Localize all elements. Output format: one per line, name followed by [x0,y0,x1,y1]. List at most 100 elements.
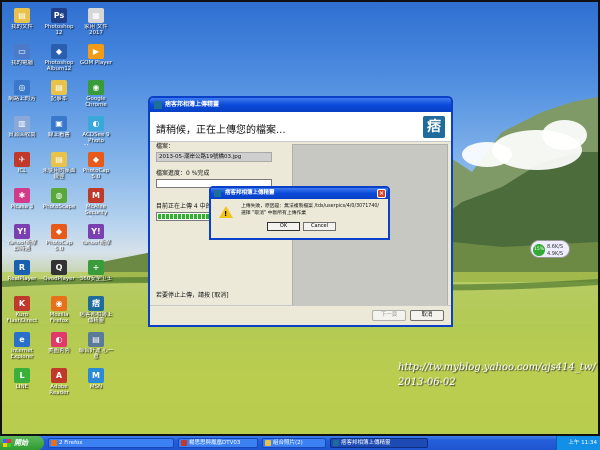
desktop-icon[interactable]: ▥ 資源回收筒 [4,116,40,138]
desktop-icon[interactable]: Y! Yahoo!奇摩 即時通 [4,224,40,252]
desktop-icon[interactable]: ◐ACDSee 9 Photo Manager [78,116,114,145]
desktop-icon[interactable]: MMcAfee Security Scan [78,188,114,217]
app-shortcut-icon: ▤ [51,80,67,95]
close-icon[interactable]: × [377,189,386,198]
taskbar-button-label: 2 Firefox [59,440,83,446]
desktop-icon-label: 未使用的桌面捷徑 [42,168,76,180]
dialog-titlebar[interactable]: 痞客邦相簿上傳精靈 × [211,188,388,199]
app-shortcut-icon: K [14,296,30,311]
app-shortcut-icon: ◉ [51,296,67,311]
app-shortcut-icon: ◐ [88,116,104,131]
system-tray: 上午 11:34 [556,436,600,450]
desktop-icon[interactable]: ◆ PhotoCap 5.0 [41,224,77,252]
app-shortcut-icon: ▤ [51,152,67,167]
dialog-message-line2: 選擇 "取消" 中斷所有上傳作業 [241,211,307,216]
app-shortcut-icon: Ps [51,8,67,23]
desktop-icon[interactable]: ▤ 未使用的桌面捷徑 [41,152,77,180]
desktop-icon-label: LINE [15,384,29,390]
pixnet-logo-icon: 痞 [423,116,445,138]
desktop-icon[interactable]: ◉ Google Chrome [78,80,114,108]
warning-mark: ! [224,210,228,218]
task-app-icon [265,440,271,446]
app-shortcut-icon: Y! [14,224,30,239]
task-app-icon [181,440,187,446]
app-shortcut-icon: M [88,368,104,383]
desktop-icon[interactable]: 痞痞客邦相簿上傳精靈 [78,296,114,324]
dialog-title: 痞客邦相簿上傳精靈 [225,190,275,196]
dialog-cancel-button[interactable]: Cancel [303,222,336,231]
taskbar-button[interactable]: 組合照片(2) [262,438,326,448]
taskbar-button[interactable]: 楊思思與鳳凰DTV03 [178,438,258,448]
app-shortcut-icon: e [14,332,30,347]
desktop-icon-label: Google Chrome [85,96,107,108]
desktop-icon[interactable]: ▤ 聯合好運 心一意 [78,332,114,360]
desktop-icon[interactable]: ◎ 網路上的芳 [4,80,40,102]
file-progress-label: 檔案進度：0 %完成 [156,170,210,177]
desktop-icon[interactable]: M MSN [78,368,114,390]
app-shortcut-icon: ◆ [51,44,67,59]
windows-logo-icon [3,439,11,447]
desktop-icon[interactable]: e Internet Explorer [4,332,40,360]
task-app-icon [51,440,57,446]
desktop-icon[interactable]: Q QvodPlayer [41,260,77,282]
app-shortcut-icon: ▤ [14,8,30,23]
desktop-icon-label: 線上看書 [47,132,70,138]
desktop-icon[interactable]: +360安全卫士 [78,260,114,282]
desktop-icon[interactable]: Ps Photoshop 12 [41,8,77,36]
desktop-icon[interactable]: L LINE [4,368,40,390]
desktop-icon-label: 聯合好運 心一意 [78,348,114,360]
desktop-icon[interactable]: K Kuro FlashDirect [4,296,40,324]
desktop-icon[interactable]: ▦ 家用 文件 2017 [78,8,114,36]
desktop-icon[interactable]: Y! Yahoo!奇摩 [78,224,114,246]
window-titlebar[interactable]: 痞客邦相簿上傳精靈 [150,98,451,112]
watermark-date: 2013-06-02 [398,377,456,388]
app-shortcut-icon: ◍ [51,188,67,203]
desktop-icon-label: 記事本 [50,96,68,102]
desktop-icon-label: RealPlayer [7,276,37,282]
window-title: 痞客邦相簿上傳精靈 [165,101,220,108]
desktop-icon[interactable]: A Adobe Reader [41,368,77,396]
desktop-icon[interactable]: ◍ PhotoScape [41,188,77,210]
taskbar-button[interactable]: 2 Firefox [48,438,174,448]
app-shortcut-icon: A [51,368,67,383]
app-shortcut-icon: M [88,188,104,203]
desktop-icon-label: Photoshop Album12 [44,60,74,72]
taskbar-button-label: 組合照片(2) [273,440,303,446]
network-meter-gadget[interactable]: 15% 8.6K/S 4.9K/S [530,240,570,258]
file-label: 檔案： [156,143,175,150]
app-shortcut-icon: ✱ [14,188,30,203]
desktop-icon[interactable]: ▭ 我的電腦 [4,44,40,66]
desktop-icon-label: PhotoCap 5.0 [45,240,73,252]
desktop-icon[interactable]: ▶ GOM Player [78,44,114,66]
start-label: 開始 [14,439,28,447]
taskbar-button-label: 楊思思與鳳凰DTV03 [189,440,241,446]
desktop-icon[interactable]: ✈ ICL [4,152,40,174]
desktop-icon-label: 資源回收筒 [8,132,36,138]
desktop-icon[interactable]: ◉ Mozilla Firefox [41,296,77,324]
taskbar-button[interactable]: 痞客邦相簿上傳精靈 [330,438,428,448]
start-button[interactable]: 開始 [0,436,44,450]
desktop-icon-label: GOM Player [79,60,113,66]
task-app-icon [333,440,339,446]
desktop-icon-label: 美圖秀秀 [47,348,70,354]
desktop-icon-label: QvodPlayer [43,276,75,282]
desktop-icon[interactable]: R RealPlayer [4,260,40,282]
desktop-icon[interactable]: ✱ Picasa 3 [4,188,40,210]
desktop-icon-label: Internet Explorer [10,348,34,360]
desktop-icon[interactable]: ▣ 線上看書 [41,116,77,138]
dialog-message-line1: 上傳失敗，原因是：無法複製檔案 /tds/userpics/4/0/307174… [241,204,380,209]
desktop-icon[interactable]: ◆ Photoshop Album12 [41,44,77,72]
desktop-icon[interactable]: ▤ 記事本 [41,80,77,102]
desktop-icon-label: ICL [17,168,27,174]
clock[interactable]: 上午 11:34 [568,440,597,446]
ok-button[interactable]: OK [267,222,300,231]
next-button[interactable]: 下一頁 [372,310,406,321]
upload-speed: 8.6K/S [547,244,564,250]
dialog-message: 上傳失敗，原因是：無法複製檔案 /tds/userpics/4/0/307174… [241,203,379,217]
cancel-button[interactable]: 取消 [410,310,444,321]
desktop-icon[interactable]: ◆ PhotoCap 5.0 [78,152,114,180]
desktop-icon[interactable]: ◐ 美圖秀秀 [41,332,77,354]
desktop-icon-label: PhotoCap 5.0 [82,168,110,180]
desktop-icon[interactable]: ▤ 我的文件 [4,8,40,30]
cloud [542,120,587,150]
